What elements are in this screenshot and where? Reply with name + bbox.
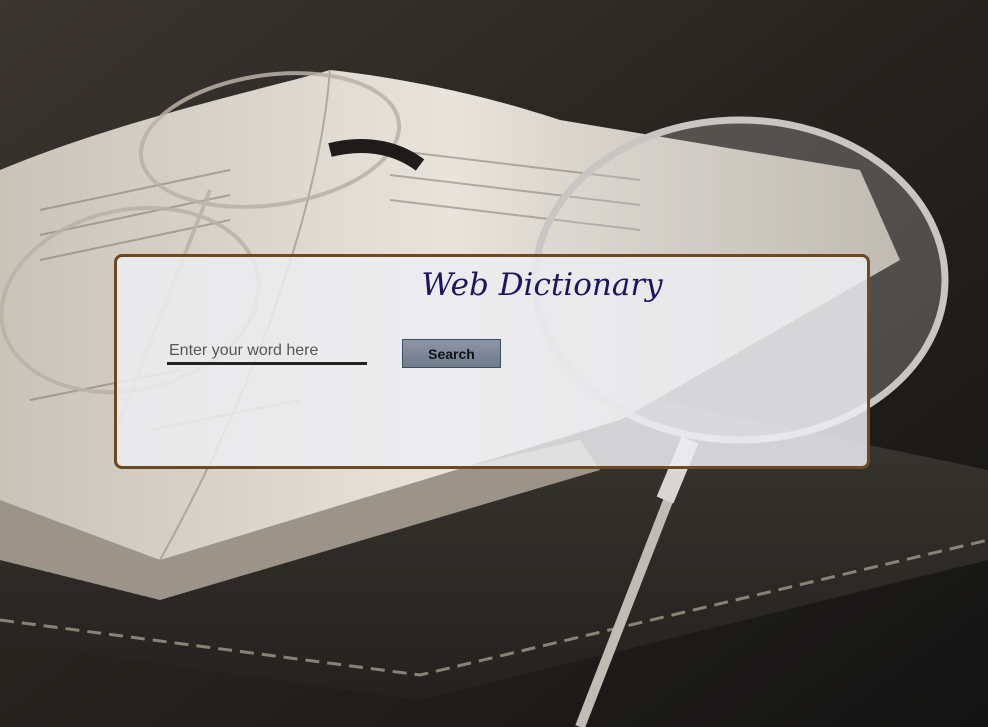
- page-title: Web Dictionary: [421, 267, 663, 303]
- search-button[interactable]: Search: [402, 339, 501, 368]
- search-input[interactable]: [167, 339, 367, 365]
- search-panel: Web Dictionary Search: [114, 254, 870, 469]
